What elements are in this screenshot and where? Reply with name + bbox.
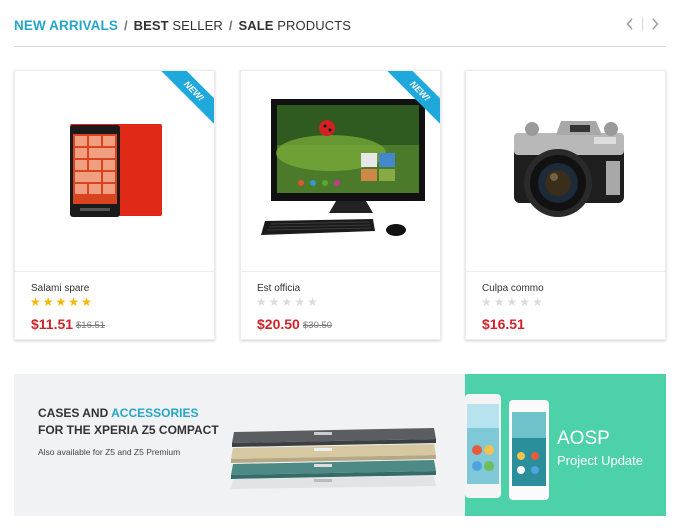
star-icon: ★: [30, 295, 41, 309]
tab-separator: /: [123, 18, 128, 33]
rating-stars: ★ ★ ★ ★ ★: [30, 296, 92, 308]
star-icon: ★: [532, 295, 543, 309]
star-icon: ★: [493, 295, 505, 309]
carousel-nav: [623, 16, 662, 32]
star-icon: ★: [68, 295, 80, 309]
product-card[interactable]: NEW! Est officia ★ ★ ★ ★ ★ $20.50 $30.50: [240, 70, 441, 340]
banner-aosp-title: AOSP: [557, 428, 610, 449]
tab-sale-products[interactable]: SALE PRODUCTS: [238, 18, 351, 34]
product-info: Est officia ★ ★ ★ ★ ★ $20.50 $30.50: [241, 271, 440, 339]
banner-aosp-subtitle: Project Update: [557, 453, 643, 468]
product-price: $16.51: [482, 316, 525, 332]
star-icon: ★: [268, 295, 280, 309]
star-icon: ★: [481, 295, 492, 309]
tab-best-seller-rest: SELLER: [168, 18, 223, 33]
star-icon: ★: [519, 295, 531, 309]
star-icon: ★: [281, 295, 293, 309]
banner-subtitle: Also available for Z5 and Z5 Premium: [38, 447, 181, 457]
star-icon: ★: [81, 295, 92, 309]
all-in-one-computer-icon: [261, 99, 425, 236]
tab-new-arrivals[interactable]: NEW ARRIVALS: [14, 18, 118, 34]
aosp-banner[interactable]: AOSP Project Update: [465, 374, 666, 516]
tab-sale-bold: SALE: [238, 18, 274, 33]
banner-title-line1: CASES AND ACCESSORIES: [38, 406, 198, 420]
star-icon: ★: [256, 295, 267, 309]
product-old-price: $16.51: [76, 320, 106, 331]
camera-icon: [514, 121, 624, 217]
star-icon: ★: [42, 295, 54, 309]
product-price: $11.51: [31, 316, 74, 332]
product-image[interactable]: [466, 71, 665, 271]
tab-separator: /: [228, 18, 233, 33]
smartphone-icon: [70, 124, 162, 217]
product-name[interactable]: Culpa commo: [482, 283, 544, 294]
star-icon: ★: [506, 295, 518, 309]
product-name[interactable]: Salami spare: [31, 283, 89, 294]
chevron-left-icon[interactable]: [623, 16, 637, 32]
rating-stars: ★ ★ ★ ★ ★: [256, 296, 318, 308]
product-name[interactable]: Est officia: [257, 283, 300, 294]
tab-best-seller-bold: BEST: [133, 18, 169, 33]
star-icon: ★: [294, 295, 306, 309]
android-phones-icon: [465, 394, 549, 500]
product-image[interactable]: NEW!: [241, 71, 440, 271]
product-card[interactable]: NEW! Salami spare ★ ★ ★ ★ ★ $11.51 $16.5…: [14, 70, 215, 340]
product-image[interactable]: NEW!: [15, 71, 214, 271]
tab-best-seller[interactable]: BEST SELLER: [134, 18, 223, 34]
banner-title-line2: FOR THE XPERIA Z5 COMPACT: [38, 423, 219, 437]
tab-sale-rest: PRODUCTS: [273, 18, 352, 33]
star-icon: ★: [307, 295, 318, 309]
stacked-phones-icon: [231, 428, 436, 489]
product-info: Salami spare ★ ★ ★ ★ ★ $11.51 $16.51: [15, 271, 214, 339]
xperia-banner[interactable]: CASES AND ACCESSORIES FOR THE XPERIA Z5 …: [14, 374, 465, 516]
banner-title-text: CASES AND: [38, 406, 112, 420]
product-old-price: $30.50: [303, 320, 333, 331]
product-card[interactable]: Culpa commo ★ ★ ★ ★ ★ $16.51: [465, 70, 666, 340]
product-tabs: NEW ARRIVALS / BEST SELLER / SALE PRODUC…: [14, 16, 666, 47]
banner-title-accent: ACCESSORIES: [111, 406, 199, 420]
rating-stars: ★ ★ ★ ★ ★: [481, 296, 543, 308]
product-price: $20.50: [257, 316, 300, 332]
star-icon: ★: [55, 295, 67, 309]
nav-divider: [642, 17, 643, 31]
product-info: Culpa commo ★ ★ ★ ★ ★ $16.51: [466, 271, 665, 339]
chevron-right-icon[interactable]: [648, 16, 662, 32]
